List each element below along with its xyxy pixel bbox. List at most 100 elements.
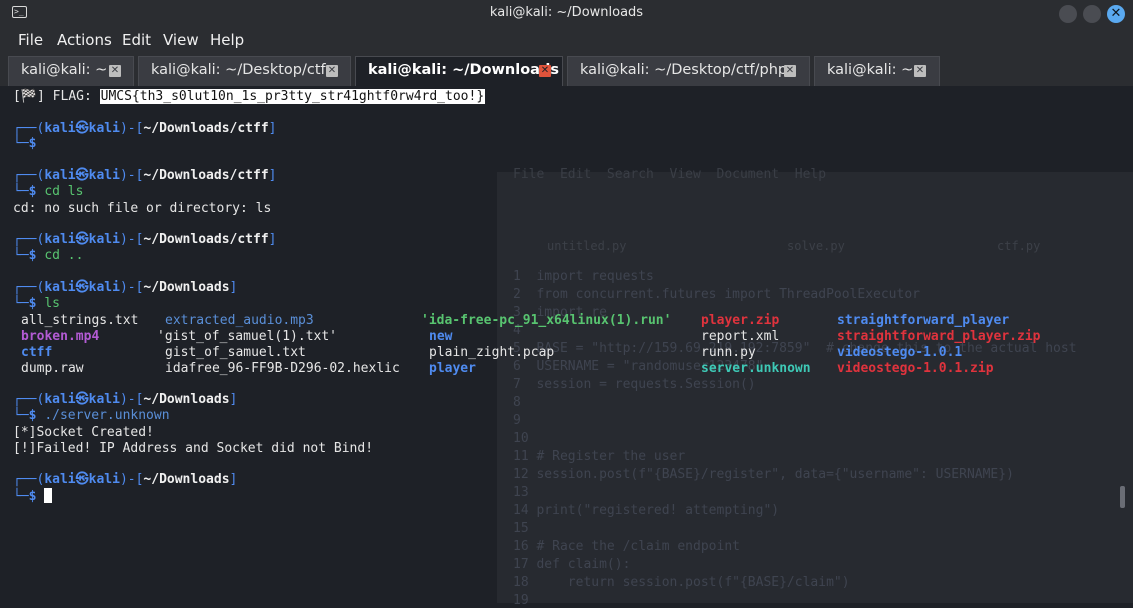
terminal-output[interactable]: File Edit Search View Document Help unti… bbox=[0, 86, 1133, 608]
tab-close-icon[interactable]: ✕ bbox=[539, 65, 551, 77]
prompt-dollar: $ bbox=[28, 248, 37, 263]
ghost-code-line: 19 bbox=[513, 593, 529, 608]
ghost-code-line: 2 from concurrent.futures import ThreadP… bbox=[513, 287, 920, 302]
tab-home[interactable]: kali@kali: ~ ✕ bbox=[8, 56, 134, 86]
tab-close-icon[interactable]: ✕ bbox=[914, 65, 926, 77]
ls-file: all_strings.txt bbox=[21, 313, 139, 328]
tab-home-2[interactable]: kali@kali: ~ ✕ bbox=[814, 56, 940, 86]
prompt-user: kali㉿kali bbox=[44, 121, 120, 136]
ghost-code-line: 8 bbox=[513, 395, 521, 410]
flag-line: [🏁] FLAG: UMCS{th3_s0lut10n_1s_pr3tty_st… bbox=[13, 89, 486, 105]
background-editor-window: File Edit Search View Document Help unti… bbox=[497, 167, 1133, 608]
tab-close-icon[interactable]: ✕ bbox=[784, 65, 796, 77]
prompt-user: kali㉿kali bbox=[44, 280, 120, 295]
prompt-close: ] bbox=[268, 232, 277, 247]
tab-close-icon[interactable]: ✕ bbox=[326, 65, 338, 77]
menu-edit[interactable]: Edit bbox=[122, 31, 151, 49]
command-text: ls bbox=[44, 296, 60, 311]
prompt-mid: )-[ bbox=[119, 392, 144, 407]
prompt-mid: )-[ bbox=[119, 280, 144, 295]
prompt-dir: ~/Downloads/ctff bbox=[143, 121, 269, 136]
ls-file: videostego-1.0.1 bbox=[837, 345, 963, 360]
tab-label: kali@kali: ~/Desktop/ctf bbox=[151, 62, 326, 78]
prompt-dir: ~/Downloads/ctff bbox=[143, 168, 269, 183]
prompt-open: ┌──( bbox=[13, 472, 45, 487]
tab-label: kali@kali: ~ bbox=[827, 62, 914, 78]
menu-bar: File Actions Edit View Help bbox=[0, 27, 1133, 53]
prompt-open: ┌──( bbox=[13, 168, 45, 183]
ghost-code-line: 17 def claim(): bbox=[513, 557, 631, 572]
ghost-tab: ctf.py bbox=[997, 239, 1041, 253]
error-output: cd: no such file or directory: ls bbox=[13, 201, 272, 216]
flag-prefix: [🏁] FLAG: bbox=[13, 89, 100, 104]
tab-close-icon[interactable]: ✕ bbox=[109, 65, 121, 77]
tab-label: kali@kali: ~ bbox=[21, 62, 108, 78]
ls-file: dump.raw bbox=[21, 361, 84, 376]
prompt-tail: └─ bbox=[13, 408, 29, 423]
ghost-code-line: 15 bbox=[513, 521, 529, 536]
command-text: ./server.unknown bbox=[44, 408, 170, 423]
command-line: └─$ ./server.unknown bbox=[13, 408, 170, 424]
ghost-code-line: 9 bbox=[513, 413, 521, 428]
title-bar: >_ kali@kali: ~/Downloads ✕ bbox=[0, 0, 1133, 27]
prompt-user: kali㉿kali bbox=[44, 232, 120, 247]
prompt-close: ] bbox=[268, 121, 277, 136]
command-text: cd ls bbox=[44, 184, 84, 199]
ls-file: idafree_96-FF9B-D296-02.hexlic bbox=[165, 361, 400, 376]
menu-actions[interactable]: Actions bbox=[57, 31, 112, 49]
prompt-open: ┌──( bbox=[13, 232, 45, 247]
command-line[interactable]: └─$ bbox=[13, 488, 53, 505]
command-line: └─$ cd ls bbox=[13, 184, 83, 200]
ls-file: straightforward_player bbox=[837, 313, 1010, 328]
ls-file: runn.py bbox=[701, 345, 756, 360]
ghost-code-line: 11 # Register the user bbox=[513, 449, 686, 464]
tab-desktop-ctf-php[interactable]: kali@kali: ~/Desktop/ctf/php ✕ bbox=[567, 56, 810, 86]
prompt-dollar: $ bbox=[28, 296, 37, 311]
ls-file: report.xml bbox=[701, 329, 780, 344]
tab-downloads[interactable]: kali@kali: ~/Downloads ✕ bbox=[355, 56, 563, 86]
menu-file[interactable]: File bbox=[18, 31, 43, 49]
ghost-code-line: 14 print("registered! attempting") bbox=[513, 503, 780, 518]
menu-help[interactable]: Help bbox=[210, 31, 244, 49]
ghost-code-line: 18 return session.post(f"{BASE}/claim") bbox=[513, 575, 850, 590]
maximize-button[interactable] bbox=[1083, 5, 1101, 23]
close-window-button[interactable]: ✕ bbox=[1107, 5, 1125, 23]
ghost-code-line: 16 # Race the /claim endpoint bbox=[513, 539, 740, 554]
prompt-dir: ~/Downloads/ctff bbox=[143, 232, 269, 247]
prompt-close: ] bbox=[268, 168, 277, 183]
ls-file: player bbox=[429, 361, 476, 376]
scrollbar-thumb[interactable] bbox=[1120, 486, 1125, 508]
ghost-code-line: 12 session.post(f"{BASE}/register", data… bbox=[513, 467, 1014, 482]
ls-file: plain_zight.pcap bbox=[429, 345, 555, 360]
prompt-tail: └─ bbox=[13, 184, 29, 199]
tab-desktop-ctf[interactable]: kali@kali: ~/Desktop/ctf ✕ bbox=[138, 56, 351, 86]
ls-file: player.zip bbox=[701, 313, 780, 328]
flag-value[interactable]: UMCS{th3_s0lut10n_1s_pr3tty_str41ghtf0rw… bbox=[99, 89, 486, 104]
socket-failed-output: [!]Failed! IP Address and Socket did not… bbox=[13, 441, 374, 456]
ghost-code-line: 7 session = requests.Session() bbox=[513, 377, 756, 392]
prompt-open: ┌──( bbox=[13, 280, 45, 295]
minimize-button[interactable] bbox=[1059, 5, 1077, 23]
prompt-mid: )-[ bbox=[119, 168, 144, 183]
prompt-tail: └─ bbox=[13, 248, 29, 263]
prompt-tail: └─ bbox=[13, 296, 29, 311]
tab-bar: kali@kali: ~ ✕ kali@kali: ~/Desktop/ctf … bbox=[0, 53, 1133, 86]
ls-file: server.unknown bbox=[701, 361, 811, 376]
ghost-code-line: 10 bbox=[513, 431, 529, 446]
prompt-dollar: $ bbox=[28, 489, 37, 504]
prompt-line: ┌──(kali㉿kali)-[~/Downloads/ctff] bbox=[13, 168, 276, 184]
prompt-line: ┌──(kali㉿kali)-[~/Downloads/ctff] bbox=[13, 121, 276, 137]
prompt-dir: ~/Downloads bbox=[143, 280, 230, 295]
command-line: └─$ cd .. bbox=[13, 248, 83, 264]
tab-label: kali@kali: ~/Desktop/ctf/php bbox=[580, 62, 788, 78]
ls-file: broken.mp4 bbox=[21, 329, 100, 344]
ls-file: 'ida-free-pc_91_x64linux(1).run' bbox=[421, 313, 672, 328]
menu-view[interactable]: View bbox=[163, 31, 199, 49]
command-text: cd .. bbox=[44, 248, 84, 263]
prompt-line: ┌──(kali㉿kali)-[~/Downloads/ctff] bbox=[13, 232, 276, 248]
prompt-dollar: $ bbox=[28, 184, 37, 199]
command-line: └─$ ls bbox=[13, 296, 60, 312]
socket-created-output: [*]Socket Created! bbox=[13, 425, 154, 440]
ls-file: ctff bbox=[21, 345, 53, 360]
prompt-dir: ~/Downloads bbox=[143, 392, 230, 407]
